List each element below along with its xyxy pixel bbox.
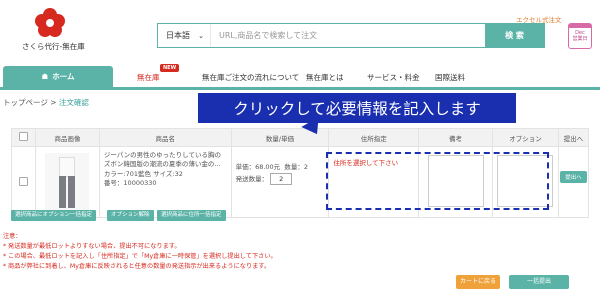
header-name: 商品名 (98, 128, 232, 147)
site-logo[interactable]: さくら代行-無在庫 (22, 8, 85, 52)
note-item: * 発送数量が最低ロットよりすない場合、提出不可になります。 (3, 242, 181, 250)
calendar-icon[interactable]: Dec 営業日 (568, 23, 592, 49)
search-bar: 日本語 ⌄ 検 索 (157, 23, 545, 48)
new-badge: NEW (160, 64, 180, 72)
product-variant: カラー:701藍色 サイズ:32 (103, 169, 183, 178)
home-icon: ☗ (41, 72, 49, 81)
notes-title: 注意： (3, 233, 22, 240)
clear-option-button[interactable]: オプション解除 (107, 210, 154, 221)
breadcrumb-separator: > (47, 98, 59, 107)
row-checkbox[interactable] (18, 177, 28, 186)
highlight-dashed-box (326, 152, 549, 210)
header-option: オプション (492, 128, 559, 147)
header-submit: 提出へ (557, 128, 590, 147)
submit-cell: 提出へ (557, 146, 590, 218)
product-number: 番号：10000330 (103, 179, 157, 188)
nav-item-order-flow[interactable]: 無在庫ご注文の流れについて (202, 72, 299, 83)
send-qty-label: 発送数量： (235, 175, 269, 184)
nav-item-about[interactable]: 無在庫とは (306, 72, 344, 83)
product-name-line1: ジーパンの男性のゆったりしている胸の (103, 151, 221, 159)
notes-section: 注意： * 発送数量が最低ロットよりすない場合、提出不可になります。 * この場… (3, 232, 277, 272)
select-all-checkbox[interactable] (18, 132, 28, 141)
row-submit-button[interactable]: 提出へ (560, 171, 587, 183)
chevron-down-icon: ⌄ (198, 31, 204, 40)
product-name-line2: ズボン韓国版の潮流の夏季の薄い金の... (103, 160, 221, 169)
product-image-cell (34, 146, 100, 218)
batch-option-button[interactable]: 選択商品にオプション一括指定 (11, 210, 97, 221)
send-qty-input[interactable]: 2 (270, 173, 293, 186)
header-remarks: 備考 (418, 128, 493, 147)
nav-item-shipping[interactable]: 国際送料 (435, 72, 465, 83)
row-select-cell (11, 146, 36, 218)
item-count: 数量：2 (284, 163, 308, 171)
header-select-all[interactable] (11, 128, 36, 147)
logo-text: さくら代行-無在庫 (22, 42, 85, 51)
note-item: * この場合、最低ロットを記入し「住所指定」で「My倉庫に一時保管」を選択し提出… (3, 252, 277, 260)
language-label: 日本語 (166, 31, 190, 40)
breadcrumb: トップページ > 注文確認 (3, 97, 89, 108)
sakura-logo-icon (35, 8, 65, 38)
batch-address-button[interactable]: 選択商品に住所一括指定 (157, 210, 226, 221)
nav-item-services[interactable]: サービス・料金 (367, 72, 420, 83)
product-image[interactable] (45, 153, 90, 211)
main-nav: ☗ ホーム NEW 無在庫 無在庫ご注文の流れについて 無在庫とは サービス・料… (0, 64, 600, 90)
header-address: 住所指定 (328, 128, 420, 147)
search-button[interactable]: 検 索 (485, 24, 544, 47)
search-input[interactable] (211, 24, 485, 47)
breadcrumb-top[interactable]: トップページ (3, 98, 48, 107)
header-image: 商品画像 (34, 128, 100, 147)
submit-all-button[interactable]: 一括提出 (509, 275, 569, 289)
nav-home[interactable]: ☗ ホーム (3, 66, 113, 87)
table-header-row: 商品画像 商品名 数量/単価 住所指定 備考 オプション 提出へ (11, 128, 590, 147)
language-select[interactable]: 日本語 ⌄ (158, 24, 211, 47)
qty-price-cell: 単価：68.00元 数量：2 発送数量： 2 (230, 146, 330, 218)
product-name[interactable]: ジーパンの男性のゆったりしている胸の ズボン韓国版の潮流の夏季の薄い金の... … (104, 151, 227, 189)
breadcrumb-current: 注文確認 (58, 98, 89, 107)
nav-home-label: ホーム (52, 72, 75, 81)
unit-price: 単価：68.00元 (235, 163, 281, 171)
product-name-cell: ジーパンの男性のゆったりしている胸の ズボン韓国版の潮流の夏季の薄い金の... … (98, 146, 232, 218)
nav-item-muzaiko[interactable]: 無在庫 (137, 72, 160, 83)
back-to-cart-button[interactable]: カートに戻る (456, 275, 500, 289)
instruction-callout: クリックして必要情報を記入します (198, 93, 516, 123)
note-item: * 商品が弊社に到着し、My倉庫に反映されると任意の数量の発送指示が出来るように… (3, 262, 271, 270)
calendar-label: 営業日 (572, 36, 588, 42)
